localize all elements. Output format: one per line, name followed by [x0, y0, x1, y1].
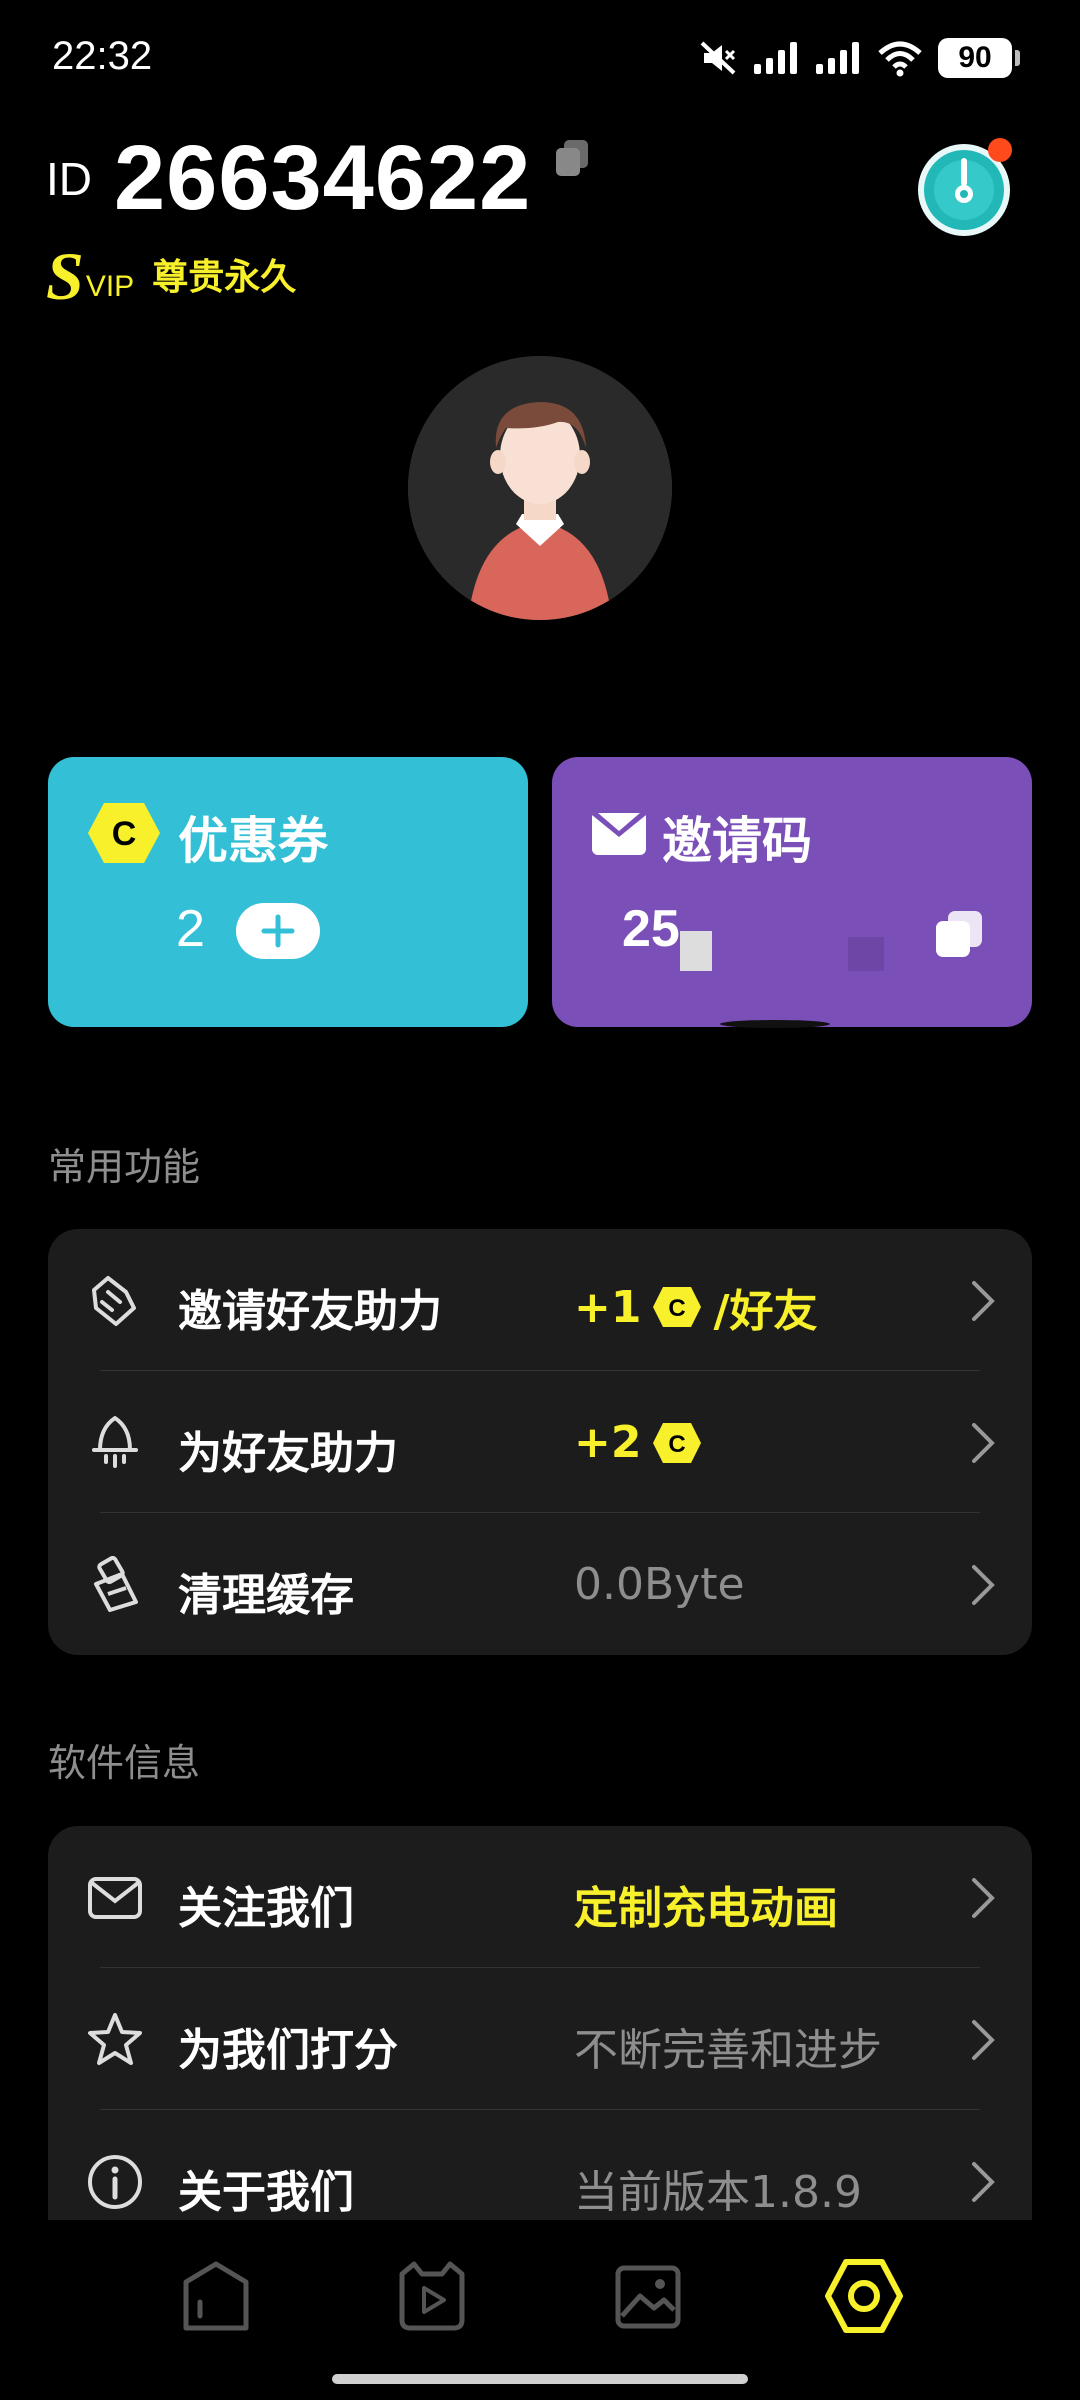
vip-letter: S — [46, 238, 84, 314]
rocket-icon — [92, 1416, 138, 1468]
add-coupon-button[interactable] — [236, 903, 320, 959]
mail-icon — [88, 1877, 142, 1919]
coupon-coin-icon: C — [88, 803, 160, 863]
envelope-icon — [592, 811, 646, 855]
row-value: 不断完善和进步 — [574, 2025, 882, 2076]
reward-unit: /好友 — [713, 1286, 818, 1337]
coin-letter: C — [669, 1431, 686, 1458]
bottom-nav — [0, 2220, 1080, 2400]
row-label: 关于我们 — [178, 2167, 354, 2218]
card-shadow — [720, 1020, 830, 1028]
section-title-software: 软件信息 — [48, 1741, 201, 1785]
coupon-card[interactable]: C 优惠券 2 — [48, 757, 528, 1027]
info-icon — [88, 2155, 142, 2209]
home-icon[interactable] — [176, 2256, 256, 2336]
user-id-number: 26634622 — [114, 127, 532, 229]
wifi-icon — [878, 41, 922, 77]
row-label: 为好友助力 — [178, 1428, 398, 1479]
settings-icon[interactable] — [824, 2256, 904, 2336]
home-indicator[interactable] — [332, 2374, 748, 2384]
invite-code-value: 25 — [622, 900, 680, 958]
redacted-block — [680, 931, 712, 971]
coupon-coin-letter: C — [112, 815, 137, 853]
row-label: 关注我们 — [178, 1883, 354, 1934]
chevron-right-icon — [972, 1565, 995, 1605]
row-value: +1 C /好友 — [574, 1275, 818, 1339]
status-time: 22:32 — [52, 34, 153, 78]
handshake-icon — [92, 1276, 136, 1326]
chevron-right-icon — [972, 1878, 995, 1918]
battery-indicator: 90 — [938, 38, 1020, 78]
rate-us-row[interactable]: 为我们打分 不断完善和进步 — [48, 1968, 1032, 2110]
clear-cache-row[interactable]: 清理缓存 0.0Byte — [48, 1513, 1032, 1655]
common-functions-panel: 邀请好友助力 +1 C /好友 为好友助力 +2 C 清理缓存 0.0Byte — [48, 1229, 1032, 1655]
software-info-panel: 关注我们 定制充电动画 为我们打分 不断完善和进步 关于我们 当前版本1.8.9 — [48, 1826, 1032, 2220]
notification-dot — [988, 138, 1012, 162]
signal-icon-2 — [816, 42, 859, 74]
coin-icon: C — [653, 1422, 702, 1463]
row-value: +2 C — [574, 1417, 703, 1468]
user-id-row: ID 26634622 — [46, 128, 531, 228]
row-value: 定制充电动画 — [574, 1883, 838, 1934]
row-label: 邀请好友助力 — [178, 1286, 442, 1337]
cache-size: 0.0Byte — [574, 1559, 745, 1610]
row-label: 清理缓存 — [178, 1570, 354, 1621]
copy-invite-code-icon[interactable] — [932, 907, 986, 961]
broom-icon — [94, 1556, 138, 1612]
coupon-count: 2 — [176, 900, 205, 958]
vip-suffix: VIP — [85, 270, 135, 303]
reward-amount: +2 — [574, 1417, 642, 1468]
invite-friends-row[interactable]: 邀请好友助力 +1 C /好友 — [48, 1229, 1032, 1371]
about-us-row[interactable]: 关于我们 当前版本1.8.9 — [48, 2110, 1032, 2220]
row-label: 为我们打分 — [178, 2025, 398, 2076]
gallery-icon[interactable] — [608, 2256, 688, 2336]
follow-us-row[interactable]: 关注我们 定制充电动画 — [48, 1826, 1032, 1968]
chevron-right-icon — [972, 1281, 995, 1321]
coin-letter: C — [669, 1295, 686, 1322]
status-icons: 90 — [698, 38, 1020, 78]
video-icon[interactable] — [392, 2256, 472, 2336]
star-icon — [88, 2013, 142, 2065]
chevron-right-icon — [972, 2020, 995, 2060]
app-version: 当前版本1.8.9 — [574, 2167, 862, 2218]
avatar[interactable] — [408, 356, 672, 620]
signal-icon — [754, 42, 797, 74]
mute-icon — [700, 41, 736, 75]
section-title-common: 常用功能 — [48, 1145, 201, 1189]
coin-icon: C — [653, 1287, 702, 1327]
status-bar: 22:32 90 — [0, 0, 1080, 120]
help-friend-row[interactable]: 为好友助力 +2 C — [48, 1371, 1032, 1513]
invite-code-title: 邀请码 — [662, 812, 812, 870]
chevron-right-icon — [972, 2162, 995, 2202]
redacted-block-2 — [848, 937, 884, 971]
reward-amount: +1 — [574, 1281, 642, 1333]
plus-icon — [261, 914, 295, 948]
chevron-right-icon — [972, 1423, 995, 1463]
vip-tier: 尊贵永久 — [152, 257, 297, 298]
copy-id-icon[interactable] — [552, 138, 592, 182]
coupon-title: 优惠券 — [178, 812, 328, 870]
speedometer-icon[interactable] — [914, 138, 1014, 238]
invite-code-card[interactable]: 邀请码 25 — [552, 757, 1032, 1027]
avatar-image — [408, 356, 672, 620]
id-label: ID — [46, 153, 92, 205]
vip-badge: S VIP 尊贵永久 — [46, 238, 297, 314]
